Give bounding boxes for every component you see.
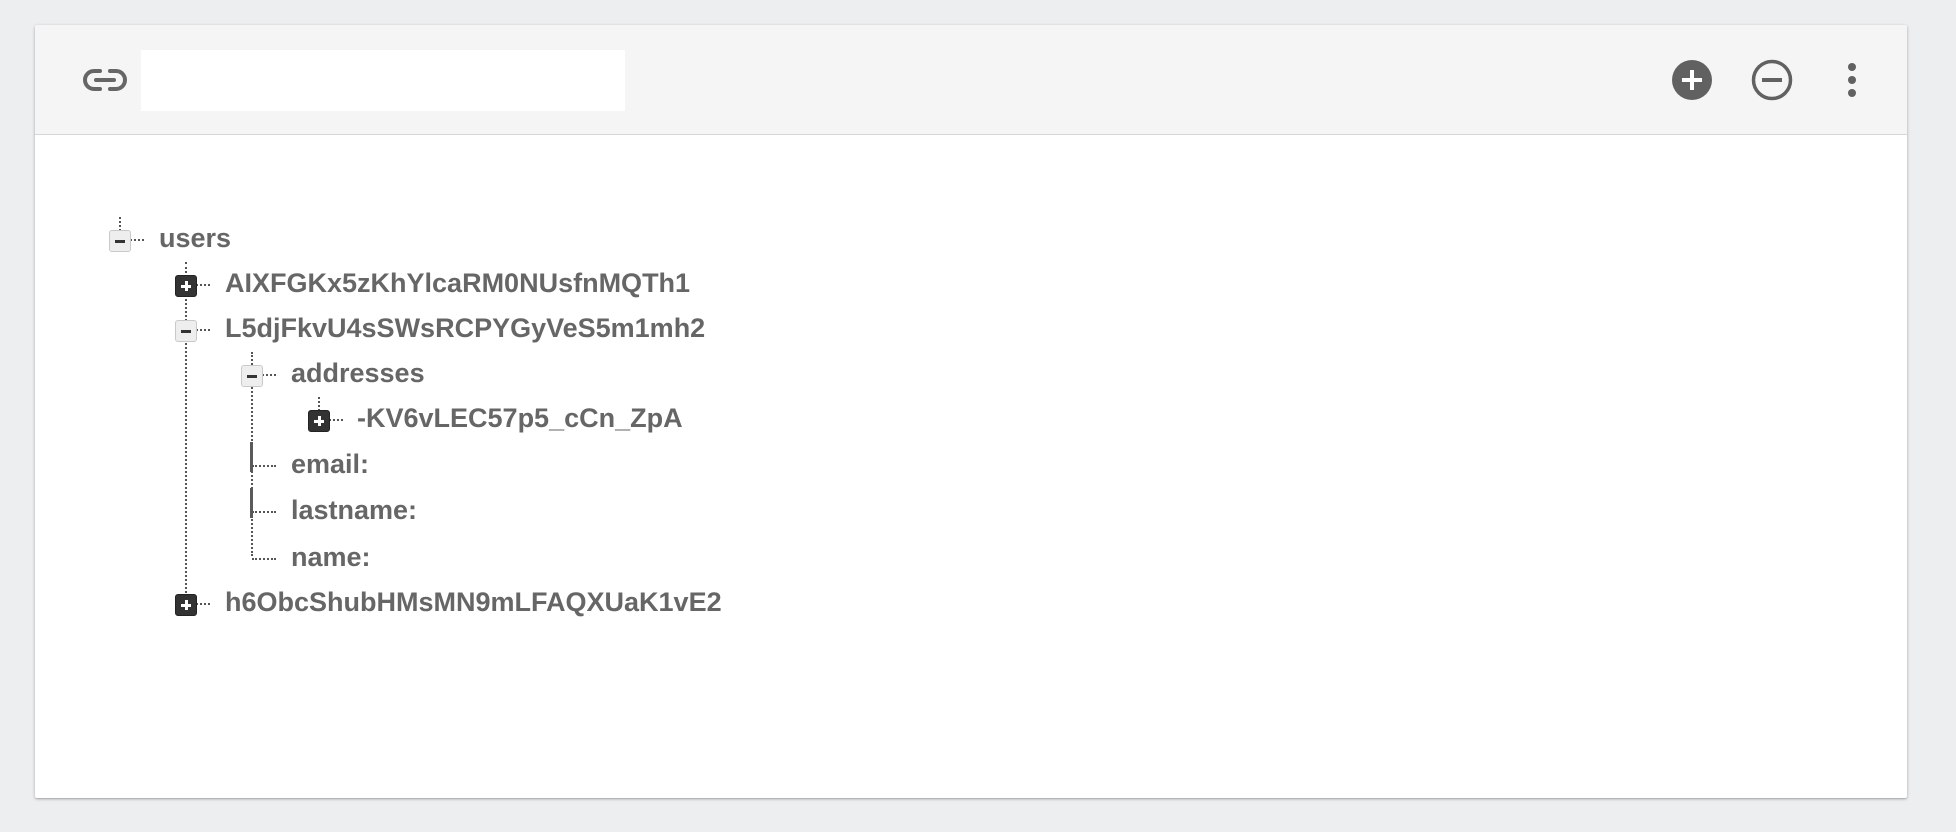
minus-icon [247,375,257,378]
database-panel: users AIXFGKx5zKhYlcaRM0NUsfnMQTh1 L5djF… [35,25,1907,798]
tree-connector [130,239,144,241]
remove-button[interactable] [1749,57,1795,103]
minus-icon [115,240,125,243]
tree-connector [262,374,276,376]
expand-toggle-node[interactable] [175,275,197,297]
tree-leaf-email[interactable]: email: [291,448,369,480]
add-button[interactable] [1669,57,1715,103]
tree-connector [252,511,276,513]
database-url-input[interactable] [141,50,625,111]
tree-connector [185,262,187,597]
expand-toggle-address[interactable] [308,410,330,432]
collapse-toggle-addresses[interactable] [241,365,263,387]
tree-node-addresses[interactable]: addresses [291,357,425,389]
data-tree: users AIXFGKx5zKhYlcaRM0NUsfnMQTh1 L5djF… [35,134,1907,798]
tree-connector [318,397,320,411]
tree-node-users[interactable]: users [159,222,231,254]
tree-node-user-key[interactable]: h6ObcShubHMsMN9mLFAQXUaK1vE2 [225,586,722,618]
tree-node-user-key[interactable]: AIXFGKx5zKhYlcaRM0NUsfnMQTh1 [225,267,690,299]
tree-node-address-key[interactable]: -KV6vLEC57p5_cCn_ZpA [357,402,683,434]
expand-toggle-node[interactable] [175,594,197,616]
tree-connector [252,558,276,560]
tree-connector [250,488,253,518]
tree-connector [119,217,121,231]
collapse-toggle-node[interactable] [175,320,197,342]
more-vert-icon [1848,63,1856,97]
tree-connector [196,329,210,331]
tree-connector [252,465,276,467]
tree-node-user-key[interactable]: L5djFkvU4sSWsRCPYGyVeS5m1mh2 [225,312,705,344]
remove-circle-icon [1751,59,1793,101]
toolbar [35,25,1907,135]
tree-leaf-name[interactable]: name: [291,541,371,573]
tree-leaf-lastname[interactable]: lastname: [291,494,417,526]
tree-connector [196,284,210,286]
tree-connector [329,419,343,421]
add-circle-icon [1672,60,1712,100]
link-icon [83,64,127,96]
tree-connector [196,603,210,605]
collapse-toggle-users[interactable] [109,230,131,252]
tree-connector [250,442,253,472]
more-options-button[interactable] [1829,57,1875,103]
minus-icon [181,330,191,333]
